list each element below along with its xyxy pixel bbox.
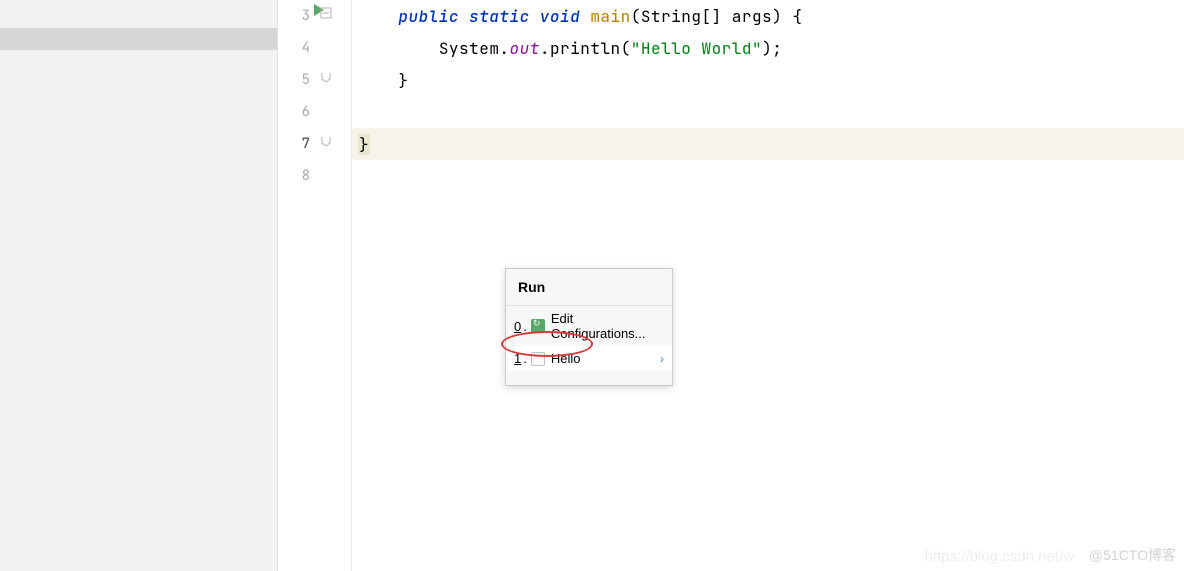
code-line[interactable]: public static void main(String[] args) { [352,0,1184,32]
chevron-right-icon: › [660,352,664,366]
code-line[interactable]: System.out.println("Hello World"); [352,32,1184,64]
project-panel[interactable] [0,0,278,571]
popup-item-index: 1 [514,351,521,366]
fold-end-icon[interactable] [320,132,332,144]
edit-config-icon [531,319,545,333]
code-line[interactable] [352,160,1184,192]
gutter: 3 4 5 6 7 8 [278,0,318,571]
popup-item-label: Hello [551,351,581,366]
project-selected-row[interactable] [0,28,277,50]
popup-title: Run [506,269,672,306]
watermark: https://blog.csdn.net/w [925,548,1074,565]
watermark: @51CTO博客 [1089,545,1176,565]
line-number: 4 [302,39,310,57]
fold-start-icon[interactable] [320,4,332,16]
line-number: 8 [302,167,310,185]
gutter-line[interactable]: 4 [278,32,318,64]
popup-item-label: Edit Configurations... [551,311,664,341]
code-line[interactable]: } [352,64,1184,96]
popup-footer [506,371,672,385]
fold-end-icon[interactable] [320,68,332,80]
gutter-line[interactable]: 3 [278,0,318,32]
line-number: 5 [302,71,310,89]
code-line[interactable] [352,96,1184,128]
matched-brace: } [358,134,370,155]
editor[interactable]: public static void main(String[] args) {… [352,0,1184,571]
fold-column [318,0,352,571]
popup-item-hello[interactable]: 1. Hello › [506,346,672,371]
gutter-line[interactable]: 6 [278,96,318,128]
popup-item-edit-configurations[interactable]: 0. Edit Configurations... [506,306,672,346]
line-number: 3 [302,7,310,25]
gutter-line[interactable]: 7 [278,128,318,160]
application-icon [531,352,545,366]
gutter-line[interactable]: 5 [278,64,318,96]
code-line-current[interactable]: } [352,128,1184,160]
run-popup: Run 0. Edit Configurations... 1. Hello › [505,268,673,386]
line-number: 7 [302,135,310,153]
line-number: 6 [302,103,310,121]
gutter-line[interactable]: 8 [278,160,318,192]
popup-item-index: 0 [514,319,521,334]
